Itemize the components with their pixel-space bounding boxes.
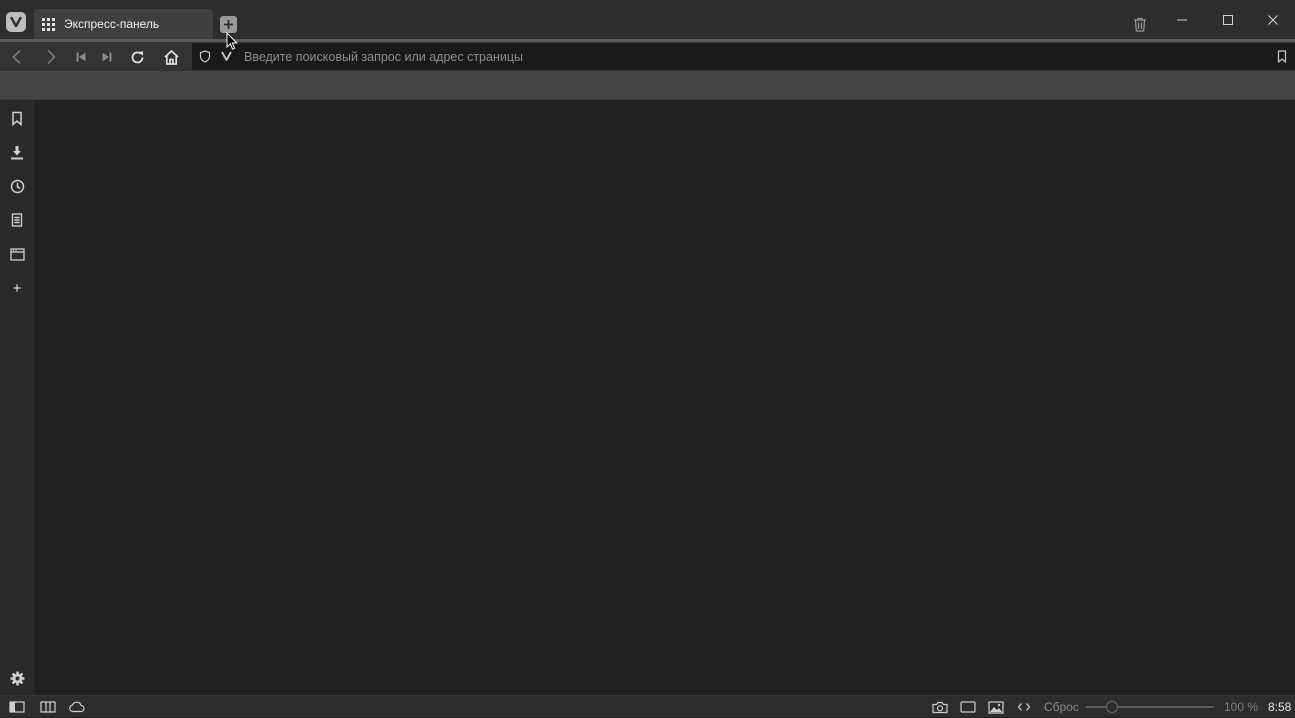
add-panel-icon bbox=[12, 283, 22, 293]
status-bar: Сброс 100 % 8:58 bbox=[0, 695, 1295, 717]
tab-speed-dial[interactable]: Экспресс-панель bbox=[34, 9, 213, 39]
speed-dial-content bbox=[34, 100, 1295, 695]
url-field[interactable]: Введите поисковый запрос или адрес стран… bbox=[192, 43, 1295, 70]
maximize-button[interactable] bbox=[1218, 10, 1238, 30]
fast-forward-icon bbox=[101, 51, 113, 63]
bookmark-bar bbox=[0, 71, 1295, 100]
shield-icon bbox=[199, 49, 211, 63]
mouse-cursor-icon bbox=[226, 32, 238, 51]
closed-tabs-button[interactable] bbox=[1130, 14, 1150, 34]
rewind-icon bbox=[75, 51, 87, 63]
images-toggle-button[interactable] bbox=[986, 698, 1006, 716]
bookmarks-icon bbox=[11, 111, 23, 126]
zoom-reset-button[interactable]: Сброс bbox=[1044, 696, 1079, 718]
gear-icon bbox=[10, 671, 25, 686]
downloads-icon bbox=[10, 145, 24, 160]
panel-notes-button[interactable] bbox=[7, 210, 27, 230]
image-icon bbox=[988, 700, 1004, 714]
plus-icon bbox=[223, 19, 234, 30]
fast-forward-button[interactable] bbox=[96, 46, 118, 68]
toggle-panel-button[interactable] bbox=[7, 698, 27, 716]
capture-page-button[interactable] bbox=[930, 698, 950, 716]
tab-title: Экспресс-панель bbox=[64, 17, 160, 31]
bookmark-icon bbox=[1277, 49, 1287, 63]
address-bar: Введите поисковый запрос или адрес стран… bbox=[0, 42, 1295, 71]
vivaldi-logo-icon[interactable] bbox=[6, 12, 26, 32]
bookmark-page-button[interactable] bbox=[1275, 49, 1289, 63]
camera-icon bbox=[932, 701, 948, 714]
maximize-icon bbox=[1222, 14, 1234, 26]
history-icon bbox=[10, 179, 25, 194]
zoom-level: 100 % bbox=[1224, 700, 1259, 714]
settings-button[interactable] bbox=[7, 668, 27, 688]
panel-history-button[interactable] bbox=[7, 176, 27, 196]
site-security-button[interactable] bbox=[198, 49, 212, 63]
back-icon bbox=[10, 49, 24, 65]
page-actions-button[interactable] bbox=[1014, 698, 1034, 716]
code-icon bbox=[1017, 702, 1031, 712]
zoom-slider[interactable] bbox=[1086, 701, 1214, 713]
panel-downloads-button[interactable] bbox=[7, 142, 27, 162]
page-tiling-icon bbox=[960, 701, 976, 713]
sync-cloud-icon bbox=[68, 701, 85, 713]
home-icon bbox=[163, 49, 180, 66]
tab-bar: Экспресс-панель bbox=[0, 0, 1295, 39]
notes-icon bbox=[11, 213, 23, 227]
panel-toggle-icon bbox=[9, 701, 25, 713]
close-window-button[interactable] bbox=[1263, 10, 1283, 30]
forward-icon bbox=[44, 49, 58, 65]
search-input[interactable]: Введите поисковый запрос или адрес стран… bbox=[244, 43, 1264, 70]
panel-bookmarks-button[interactable] bbox=[7, 108, 27, 128]
zoom-slider-thumb[interactable] bbox=[1105, 701, 1118, 713]
minimize-icon bbox=[1176, 14, 1188, 26]
reload-button[interactable] bbox=[126, 46, 148, 68]
add-web-panel-button[interactable] bbox=[7, 278, 27, 298]
back-button[interactable] bbox=[6, 46, 28, 68]
window-panel-icon bbox=[9, 247, 25, 261]
side-panel bbox=[0, 100, 34, 695]
forward-button[interactable] bbox=[40, 46, 62, 68]
close-icon bbox=[1267, 14, 1279, 26]
rewind-button[interactable] bbox=[70, 46, 92, 68]
trash-icon bbox=[1133, 17, 1147, 32]
minimize-button[interactable] bbox=[1172, 10, 1192, 30]
page-tiling-button[interactable] bbox=[958, 698, 978, 716]
panel-window-button[interactable] bbox=[7, 244, 27, 264]
tile-tabs-button[interactable] bbox=[38, 698, 58, 716]
home-button[interactable] bbox=[160, 46, 182, 68]
reload-icon bbox=[129, 49, 146, 66]
speed-dial-grid-icon bbox=[42, 17, 55, 31]
sync-button[interactable] bbox=[66, 698, 86, 716]
tile-tabs-icon bbox=[40, 701, 56, 713]
new-tab-button[interactable] bbox=[220, 16, 237, 33]
vivaldi-v-icon bbox=[219, 49, 233, 63]
clock: 8:58 bbox=[1268, 700, 1292, 714]
